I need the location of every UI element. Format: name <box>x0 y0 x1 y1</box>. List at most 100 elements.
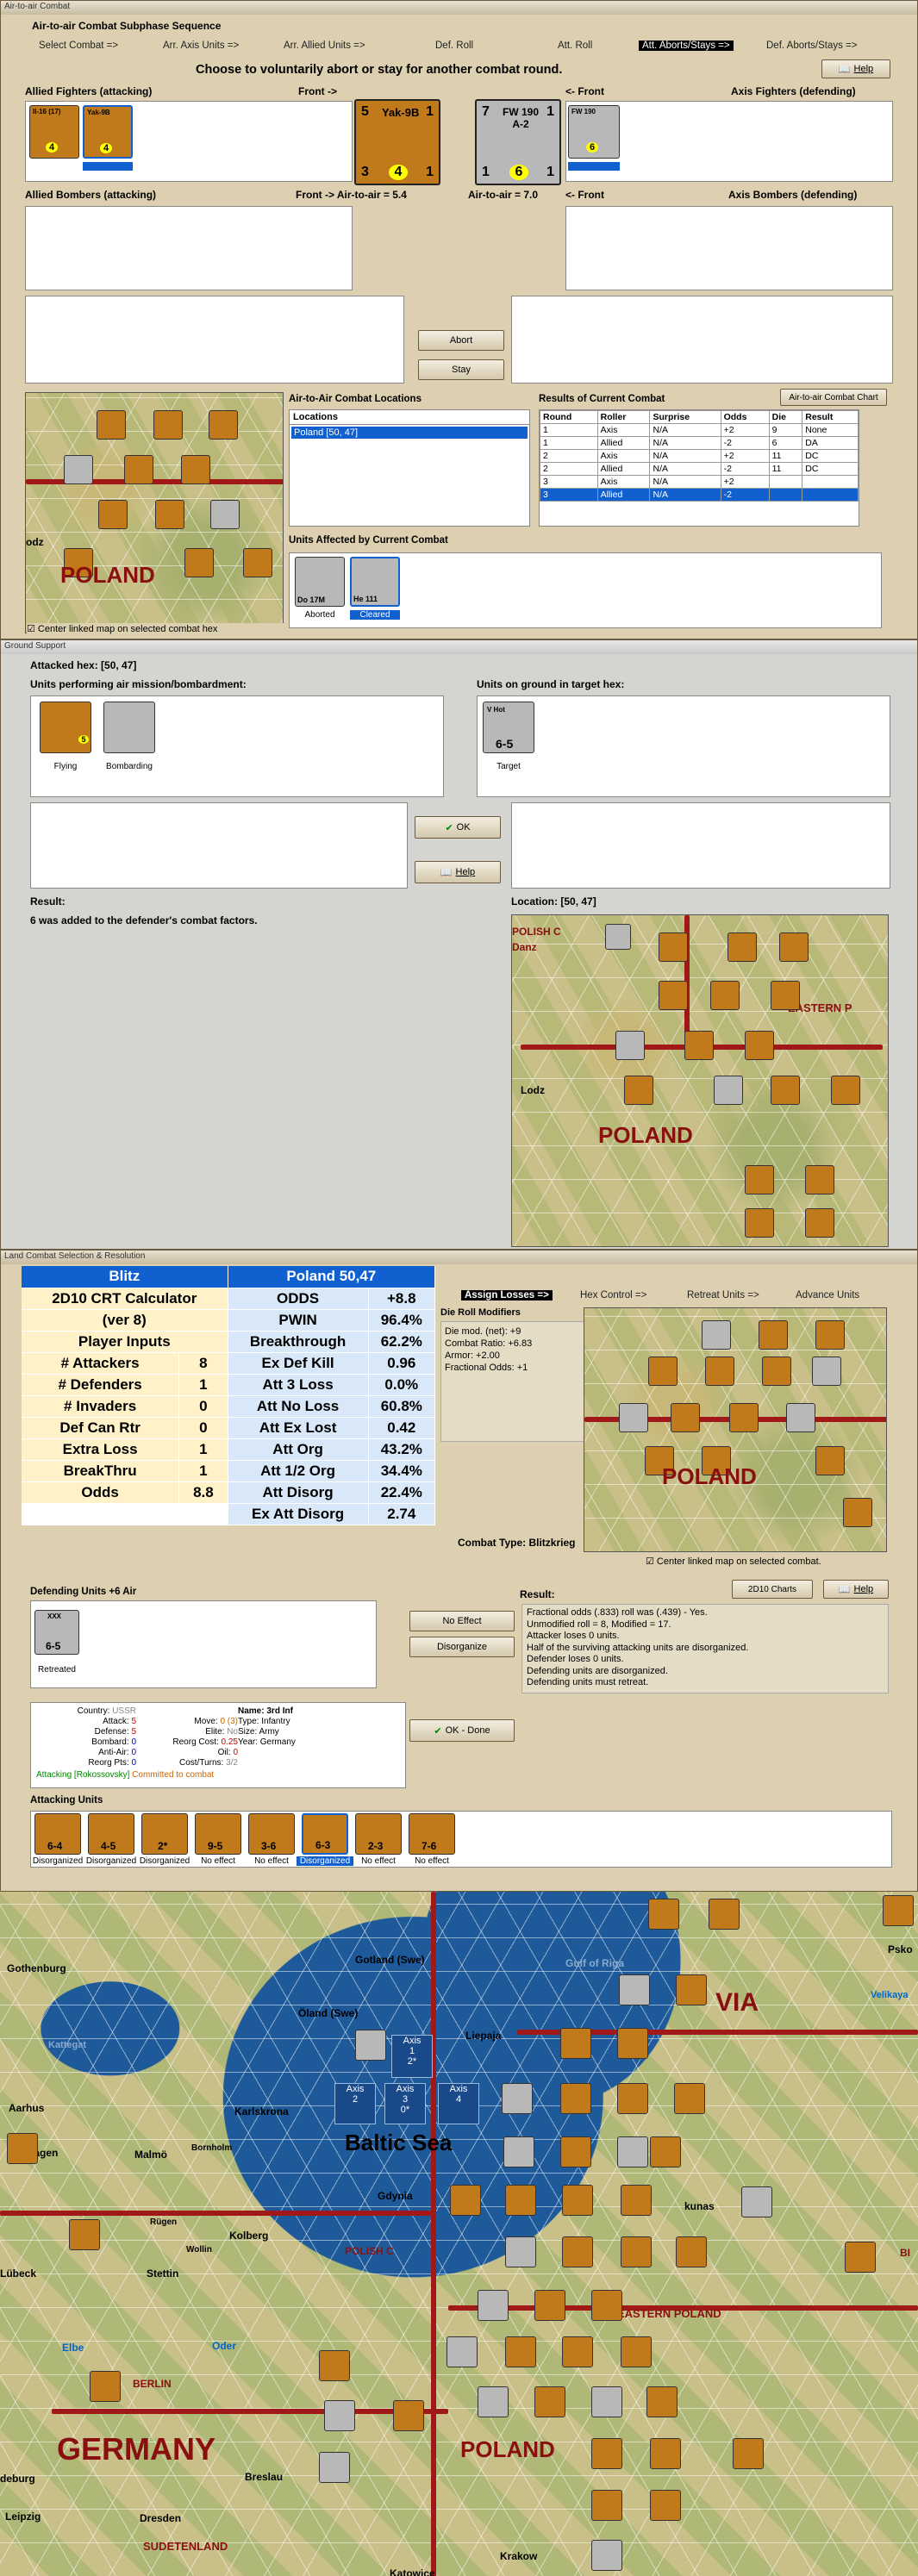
map-counter[interactable] <box>243 548 272 577</box>
attacking-unit[interactable]: 3-6 <box>248 1813 295 1855</box>
map-counter[interactable] <box>648 1357 678 1386</box>
bombarding-unit[interactable] <box>103 702 155 753</box>
ok-done-button[interactable]: ✔ OK - Done <box>409 1719 515 1742</box>
map-counter[interactable] <box>714 1076 743 1105</box>
map-counter[interactable] <box>184 548 214 577</box>
map-counter[interactable] <box>534 2386 565 2417</box>
map-counter[interactable] <box>762 1357 791 1386</box>
help-button[interactable]: 📖 Help <box>823 1580 889 1599</box>
attacking-unit[interactable]: 7-6 <box>409 1813 455 1855</box>
target-unit[interactable]: V Hot 6-5 <box>483 702 534 753</box>
map-counter[interactable] <box>650 2438 681 2469</box>
table-row[interactable]: 2 Axis N/A +2 11 DC <box>540 449 859 463</box>
attacking-unit[interactable]: 2-3 <box>355 1813 402 1855</box>
map-counter[interactable] <box>729 1403 759 1432</box>
defending-unit[interactable]: XXX 6-5 <box>34 1610 79 1655</box>
map-counter[interactable] <box>615 1031 645 1060</box>
map-counter[interactable] <box>745 1031 774 1060</box>
help-button[interactable]: 📖 Help <box>415 861 501 883</box>
map-counter[interactable] <box>502 2083 533 2114</box>
help-button[interactable]: 📖 Help <box>821 59 890 78</box>
map-counter[interactable] <box>843 1498 872 1527</box>
disorganize-button[interactable]: Disorganize <box>409 1637 515 1657</box>
axis-fighter-counter[interactable]: FW 190 6 <box>568 105 620 159</box>
map-counter[interactable] <box>505 2185 536 2216</box>
map-counter[interactable] <box>831 1076 860 1105</box>
tab-att-aborts[interactable]: Att. Aborts/Stays => <box>639 41 734 51</box>
land-combat-map[interactable]: POLAND <box>584 1307 887 1552</box>
map-counter[interactable] <box>90 2371 121 2402</box>
map-counter[interactable] <box>786 1403 815 1432</box>
table-row[interactable]: 1 Axis N/A +2 9 None <box>540 423 859 437</box>
tab-arr-allied[interactable]: Arr. Allied Units => <box>284 41 365 51</box>
map-counter[interactable] <box>534 2290 565 2321</box>
map-counter[interactable] <box>771 1076 800 1105</box>
map-counter[interactable] <box>619 1974 650 2005</box>
map-counter[interactable] <box>621 2236 652 2267</box>
tab-att-roll[interactable]: Att. Roll <box>558 41 592 51</box>
no-effect-button[interactable]: No Effect <box>409 1611 515 1631</box>
axis-box-4[interactable]: Axis 4 <box>438 2083 479 2124</box>
tab-arr-axis[interactable]: Arr. Axis Units => <box>163 41 239 51</box>
map-counter[interactable] <box>650 2490 681 2521</box>
tab-advance-units[interactable]: Advance Units <box>796 1290 859 1300</box>
map-counter[interactable] <box>478 2290 509 2321</box>
map-counter[interactable] <box>779 932 809 962</box>
map-counter[interactable] <box>759 1320 788 1350</box>
attacking-unit[interactable]: 9-5 <box>195 1813 241 1855</box>
map-counter[interactable] <box>815 1320 845 1350</box>
air-combat-map[interactable]: POLAND odz <box>25 392 284 633</box>
map-counter[interactable] <box>702 1320 731 1350</box>
map-counter[interactable] <box>845 2242 876 2273</box>
map-counter[interactable] <box>69 2219 100 2250</box>
air-combat-chart-button[interactable]: Air-to-air Combat Chart <box>780 389 887 406</box>
map-counter[interactable] <box>671 1403 700 1432</box>
map-counter[interactable] <box>319 2350 350 2381</box>
map-counter[interactable] <box>805 1165 834 1194</box>
tab-assign-losses[interactable]: Assign Losses => <box>461 1290 553 1300</box>
ok-button[interactable]: ✔ OK <box>415 816 501 839</box>
attacking-unit[interactable]: 6-4 <box>34 1813 81 1855</box>
map-counter[interactable] <box>503 2136 534 2167</box>
map-counter[interactable] <box>355 2030 386 2061</box>
map-counter[interactable] <box>621 2185 652 2216</box>
tab-def-aborts[interactable]: Def. Aborts/Stays => <box>766 41 857 51</box>
map-counter[interactable] <box>155 500 184 529</box>
table-row-selected[interactable]: 3 Allied N/A -2 <box>540 488 859 502</box>
stay-button[interactable]: Stay <box>418 359 504 380</box>
map-counter[interactable] <box>621 2336 652 2367</box>
map-counter[interactable] <box>98 500 128 529</box>
map-counter[interactable] <box>591 2490 622 2521</box>
axis-box-2[interactable]: Axis 2 <box>334 2083 376 2124</box>
map-counter[interactable] <box>505 2236 536 2267</box>
ground-support-map[interactable]: Danz POLISH C EASTERN P Lodz POLAND <box>511 914 889 1247</box>
table-row[interactable]: 3 Axis N/A +2 <box>540 475 859 489</box>
map-counter[interactable] <box>562 2185 593 2216</box>
map-counter[interactable] <box>450 2185 481 2216</box>
map-counter[interactable] <box>181 455 210 484</box>
map-counter[interactable] <box>728 932 757 962</box>
map-counter[interactable] <box>560 2136 591 2167</box>
fighter-counter-selected[interactable]: Yak-9B 4 <box>83 105 133 159</box>
attacking-unit-selected[interactable]: 6-3 <box>302 1813 348 1855</box>
map-counter[interactable] <box>617 2136 648 2167</box>
attacking-unit[interactable]: 2* <box>141 1813 188 1855</box>
map-counter[interactable] <box>624 1076 653 1105</box>
map-counter[interactable] <box>591 2540 622 2571</box>
flying-unit[interactable]: 5 <box>40 702 91 753</box>
map-counter[interactable] <box>319 2452 350 2483</box>
map-counter[interactable] <box>605 924 631 950</box>
map-counter[interactable] <box>745 1208 774 1238</box>
table-row[interactable]: 1 Allied N/A -2 6 DA <box>540 436 859 450</box>
map-counter[interactable] <box>659 932 688 962</box>
map-counter[interactable] <box>674 2083 705 2114</box>
map-counter[interactable] <box>650 2136 681 2167</box>
tab-def-roll[interactable]: Def. Roll <box>435 41 473 51</box>
affected-unit[interactable]: Do 17M <box>295 557 345 607</box>
map-counter[interactable] <box>153 410 183 440</box>
map-counter[interactable] <box>709 1899 740 1930</box>
front-axis-fighter[interactable]: 7 FW 190 A-2 1 1 6 1 <box>475 99 561 185</box>
tab-hex-control[interactable]: Hex Control => <box>580 1290 646 1300</box>
map-counter[interactable] <box>741 2186 772 2217</box>
map-counter[interactable] <box>815 1446 845 1475</box>
